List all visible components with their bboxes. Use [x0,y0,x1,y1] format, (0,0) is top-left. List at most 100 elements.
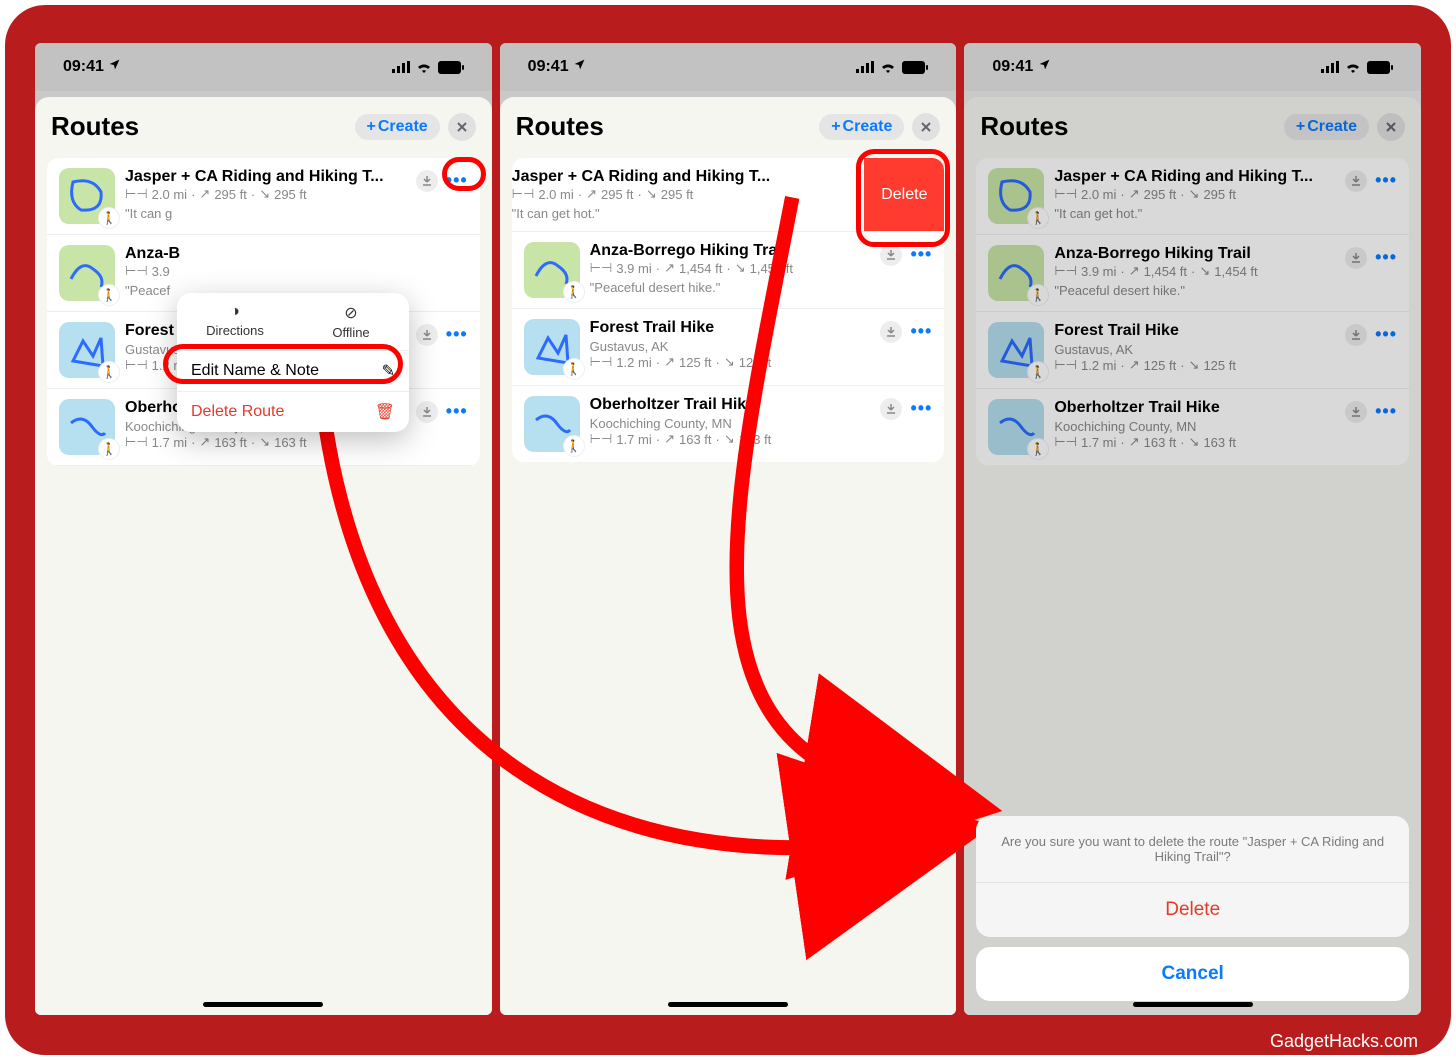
route-item-forest[interactable]: 🚶 Forest Trail Hike Gustavus, AK ⊢⊣1.2 m… [512,309,945,386]
route-thumbnail: 🚶 [59,168,115,224]
route-meta: ⊢⊣2.0 mi · ↗295 ft · ↘295 ft [1054,186,1335,202]
close-button[interactable] [912,113,940,141]
action-sheet-delete[interactable]: Delete [976,883,1409,937]
home-indicator[interactable] [1133,1002,1253,1007]
download-icon[interactable] [1345,247,1367,269]
route-item-anza[interactable]: 🚶 Anza-Borrego Hiking Trail ⊢⊣3.9 mi · ↗… [976,235,1409,312]
route-item-anza[interactable]: 🚶 Anza-Borrego Hiking Trail ⊢⊣3.9 mi · ↗… [512,232,945,309]
action-sheet-message: Are you sure you want to delete the rout… [976,816,1409,883]
create-button[interactable]: + Create [355,114,440,140]
download-icon[interactable] [1345,324,1367,346]
routes-sheet: Routes +Create 🚶 Jasper + CA Riding and … [964,97,1421,1015]
routes-sheet: Routes +Create Jasper + CA Riding and Hi… [500,97,957,1015]
route-subtitle: Koochiching County, MN [590,416,871,431]
route-meta: ⊢⊣1.2 mi · ↗125 ft · ↘125 ft [1054,357,1335,373]
walk-icon: 🚶 [564,282,584,302]
route-item-jasper[interactable]: Jasper + CA Riding and Hiking T... ⊢⊣2.0… [512,158,945,232]
status-time: 09:41 [528,58,586,76]
plus-icon: + [1296,118,1305,136]
download-icon[interactable] [880,321,902,343]
page-title: Routes [980,111,1068,142]
route-meta: ⊢⊣3.9 mi · ↗1,454 ft · ↘1,454 ft [1054,263,1335,279]
more-button[interactable]: ••• [1375,401,1397,422]
walk-icon: 🚶 [1028,285,1048,305]
swipe-delete-button[interactable]: Delete [864,158,944,231]
route-title: Forest Trail Hike [1054,322,1335,340]
route-thumbnail: 🚶 [988,322,1044,378]
wifi-icon [880,61,896,73]
download-icon[interactable] [1345,170,1367,192]
create-button[interactable]: +Create [1284,114,1369,140]
close-button[interactable] [1377,113,1405,141]
route-subtitle: Koochiching County, MN [1054,419,1335,434]
route-meta: ⊢⊣1.7 mi · ↗163 ft · ↘163 ft [590,431,871,447]
close-icon [456,121,468,133]
phone-screenshot-2: 09:41 Routes +Create Jasper + CA Ridi [500,43,957,1015]
walk-icon: 🚶 [564,359,584,379]
download-icon[interactable] [416,401,438,423]
more-button[interactable]: ••• [1375,170,1397,191]
route-thumbnail: 🚶 [524,242,580,298]
home-indicator[interactable] [668,1002,788,1007]
battery-icon [1367,61,1393,74]
route-note: "It can get hot." [512,206,855,221]
ctx-edit[interactable]: Edit Name & Note ✎ [177,351,409,392]
route-thumbnail: 🚶 [59,399,115,455]
more-button[interactable]: ••• [910,321,932,342]
download-icon[interactable] [416,170,438,192]
walk-icon: 🚶 [99,208,119,228]
home-indicator[interactable] [203,1002,323,1007]
route-note: "Peaceful desert hike." [1054,283,1335,298]
close-icon [920,121,932,133]
signal-icon [392,61,410,73]
route-note: "Peaceful desert hike." [590,280,871,295]
close-button[interactable] [448,113,476,141]
route-subtitle: Gustavus, AK [1054,342,1335,357]
context-menu: ◑Directions ⊘Offline Edit Name & Note ✎ … [177,293,409,432]
more-button[interactable]: ••• [1375,324,1397,345]
more-button[interactable]: ••• [446,401,468,422]
route-item-forest[interactable]: 🚶 Forest Trail Hike Gustavus, AK ⊢⊣1.2 m… [976,312,1409,389]
close-icon [1385,121,1397,133]
download-icon[interactable] [1345,401,1367,423]
route-note: "It can g [125,206,406,221]
route-meta: ⊢⊣1.7 mi · ↗163 ft · ↘163 ft [1054,434,1335,450]
route-thumbnail: 🚶 [59,245,115,301]
ctx-directions[interactable]: ◑Directions [177,303,293,340]
route-thumbnail: 🚶 [988,399,1044,455]
watermark: GadgetHacks.com [1270,1031,1418,1052]
download-icon[interactable] [416,324,438,346]
signal-icon [856,61,874,73]
signal-icon [1321,61,1339,73]
create-button[interactable]: +Create [819,114,904,140]
more-button[interactable]: ••• [446,170,468,191]
battery-icon [438,61,464,74]
trash-icon: 🗑 [375,402,395,422]
route-meta: ⊢⊣1.7 mi · ↗163 ft · ↘163 ft [125,434,406,450]
location-arrow-icon [573,58,586,71]
more-button[interactable]: ••• [1375,247,1397,268]
more-button[interactable]: ••• [446,324,468,345]
route-item-oberholtzer[interactable]: 🚶 Oberholtzer Trail Hike Koochiching Cou… [512,386,945,462]
route-title: Oberholtzer Trail Hike [1054,399,1335,417]
route-thumbnail: 🚶 [988,168,1044,224]
ctx-delete-route[interactable]: Delete Route 🗑 [177,392,409,432]
ctx-offline[interactable]: ⊘Offline [293,303,409,340]
route-item-oberholtzer[interactable]: 🚶 Oberholtzer Trail Hike Koochiching Cou… [976,389,1409,465]
route-item-jasper[interactable]: 🚶 Jasper + CA Riding and Hiking T... ⊢⊣2… [976,158,1409,235]
walk-icon: 🚶 [99,285,119,305]
route-meta: ⊢⊣2.0 mi · ↗295 ft · ↘295 ft [125,186,406,202]
action-sheet-cancel[interactable]: Cancel [976,947,1409,1001]
battery-icon [902,61,928,74]
walk-icon: 🚶 [1028,362,1048,382]
route-subtitle: Gustavus, AK [590,339,871,354]
route-title: Forest Trail Hike [590,319,871,337]
plus-icon: + [831,118,840,136]
more-button[interactable]: ••• [910,244,932,265]
routes-sheet: Routes + Create 🚶 [35,97,492,1015]
download-icon[interactable] [880,398,902,420]
download-icon[interactable] [880,244,902,266]
more-button[interactable]: ••• [910,398,932,419]
offline-icon: ⊘ [293,303,409,323]
route-item-jasper[interactable]: 🚶 Jasper + CA Riding and Hiking T... ⊢⊣2… [47,158,480,235]
